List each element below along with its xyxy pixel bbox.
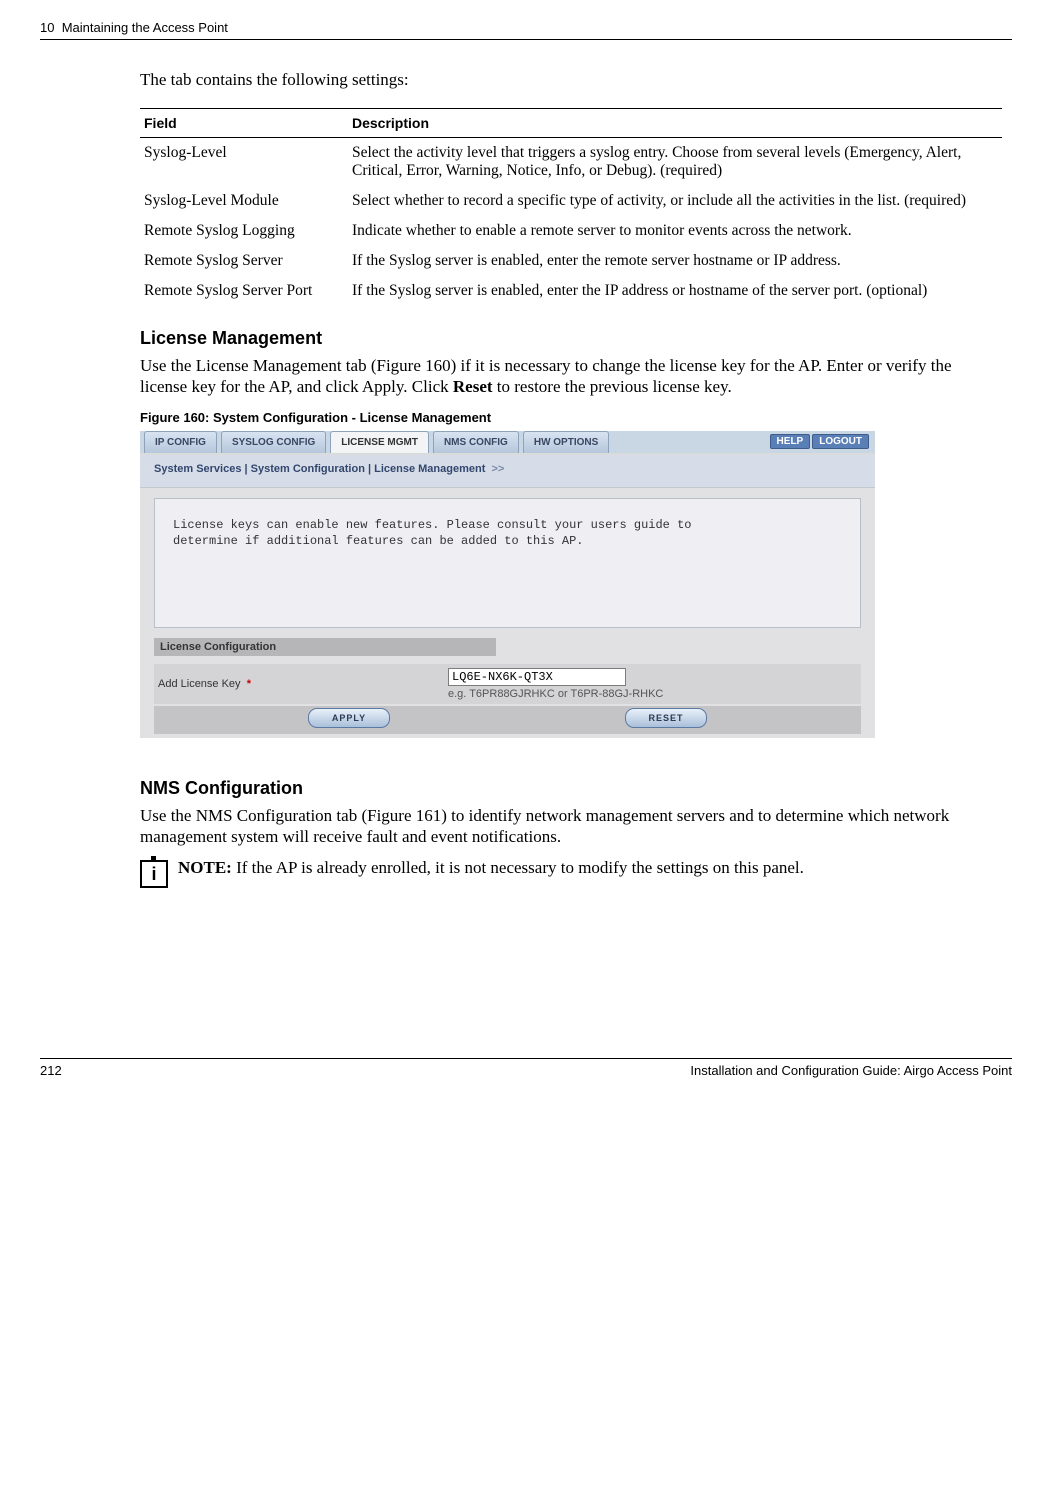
tab-ip-config[interactable]: IP CONFIG [144, 431, 217, 453]
license-config-title: License Configuration [154, 638, 496, 656]
license-key-input[interactable] [448, 668, 626, 686]
desc-cell: If the Syslog server is enabled, enter t… [348, 276, 1002, 306]
table-row: Remote Syslog Server If the Syslog serve… [140, 246, 1002, 276]
desc-cell: If the Syslog server is enabled, enter t… [348, 246, 1002, 276]
tab-hw-options[interactable]: HW OPTIONS [523, 431, 609, 453]
page-header: 10 Maintaining the Access Point [40, 20, 1012, 40]
add-license-label: Add License Key [158, 678, 241, 690]
tab-license-mgmt[interactable]: LICENSE MGMT [330, 431, 429, 453]
tab-bar: IP CONFIG SYSLOG CONFIG LICENSE MGMT NMS… [140, 431, 875, 455]
nms-heading: NMS Configuration [140, 778, 1002, 799]
field-cell: Remote Syslog Server Port [140, 276, 348, 306]
footer-title: Installation and Configuration Guide: Ai… [690, 1063, 1012, 1078]
help-button[interactable]: HELP [770, 434, 811, 449]
note-block: i NOTE: If the AP is already enrolled, i… [140, 857, 1002, 888]
page-footer: 212 Installation and Configuration Guide… [40, 1058, 1012, 1078]
info-icon: i [140, 860, 168, 888]
chapter-title: Maintaining the Access Point [62, 20, 228, 35]
field-cell: Remote Syslog Server [140, 246, 348, 276]
apply-button[interactable]: APPLY [308, 708, 390, 728]
breadcrumb-arrows-icon: >> [492, 463, 505, 475]
settings-table: Field Description Syslog-Level Select th… [140, 108, 1002, 306]
table-row: Remote Syslog Logging Indicate whether t… [140, 216, 1002, 246]
table-row: Remote Syslog Server Port If the Syslog … [140, 276, 1002, 306]
add-license-row: Add License Key * e.g. T6PR88GJRHKC or T… [154, 664, 861, 704]
info-box: License keys can enable new features. Pl… [154, 498, 861, 628]
col-header-description: Description [348, 109, 1002, 138]
desc-cell: Select the activity level that triggers … [348, 138, 1002, 187]
note-text: NOTE: If the AP is already enrolled, it … [178, 857, 804, 878]
action-bar: APPLY RESET [154, 706, 861, 734]
page-number: 212 [40, 1063, 62, 1078]
field-cell: Syslog-Level Module [140, 186, 348, 216]
required-mark-icon: * [247, 678, 251, 690]
license-key-hint: e.g. T6PR88GJRHKC or T6PR-88GJ-RHKC [448, 688, 663, 700]
license-heading: License Management [140, 328, 1002, 349]
table-row: Syslog-Level Select the activity level t… [140, 138, 1002, 187]
breadcrumb: System Services | System Configuration |… [140, 455, 875, 488]
license-mgmt-screenshot: IP CONFIG SYSLOG CONFIG LICENSE MGMT NMS… [140, 431, 875, 738]
desc-cell: Indicate whether to enable a remote serv… [348, 216, 1002, 246]
col-header-field: Field [140, 109, 348, 138]
field-cell: Remote Syslog Logging [140, 216, 348, 246]
intro-text: The tab contains the following settings: [140, 70, 1002, 90]
figure-caption: Figure 160: System Configuration - Licen… [140, 410, 1002, 425]
field-cell: Syslog-Level [140, 138, 348, 187]
logout-button[interactable]: LOGOUT [812, 434, 869, 449]
chapter-number: 10 [40, 20, 54, 35]
tab-syslog-config[interactable]: SYSLOG CONFIG [221, 431, 326, 453]
desc-cell: Select whether to record a specific type… [348, 186, 1002, 216]
license-paragraph: Use the License Management tab (Figure 1… [140, 355, 1002, 398]
table-row: Syslog-Level Module Select whether to re… [140, 186, 1002, 216]
tab-nms-config[interactable]: NMS CONFIG [433, 431, 519, 453]
reset-button[interactable]: RESET [625, 708, 707, 728]
nms-paragraph: Use the NMS Configuration tab (Figure 16… [140, 805, 1002, 848]
